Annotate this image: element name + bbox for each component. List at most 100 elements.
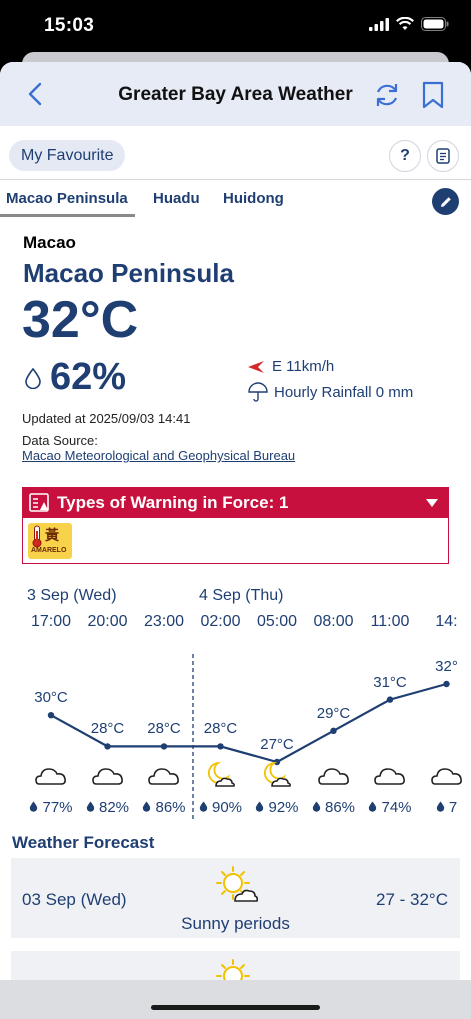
- hot-weather-warning-icon[interactable]: 黃 AMARELO: [28, 523, 72, 559]
- tab-huadu[interactable]: Huadu: [153, 190, 200, 207]
- sun-cloud-icon: [216, 866, 259, 902]
- water-drop-icon: [30, 801, 38, 812]
- region-name: Macao: [23, 233, 76, 252]
- humidity-value: 7: [448, 799, 458, 816]
- bottom-bar: [0, 980, 471, 1019]
- hour-label: 17:00: [30, 613, 72, 630]
- forecast-date: 03 Sep (Wed): [22, 890, 127, 909]
- water-drop-icon: [143, 801, 151, 812]
- water-drop-icon: [199, 801, 208, 812]
- hour-label: 14:: [435, 613, 458, 630]
- main-sheet: Greater Bay Area Weather My Favourite ? …: [0, 62, 471, 1019]
- water-drop-icon: [312, 801, 321, 812]
- warning-icon-char: 黃: [45, 527, 59, 543]
- temperature-label: 28°C: [203, 720, 238, 738]
- tab-huidong[interactable]: Huidong: [223, 190, 284, 207]
- my-favourite-button[interactable]: My Favourite: [9, 140, 126, 171]
- humidity-value: 74%: [381, 799, 412, 816]
- humidity-label: 86%: [304, 799, 364, 816]
- rainfall-row: Hourly Rainfall 0 mm: [248, 382, 413, 402]
- temperature-label: 28°C: [90, 720, 125, 738]
- nav-bar: Greater Bay Area Weather: [0, 62, 471, 126]
- hour-label: 11:00: [370, 613, 410, 630]
- rainfall-text: Hourly Rainfall 0 mm: [274, 383, 414, 401]
- wind-direction-icon: [248, 360, 264, 373]
- humidity-label: 92%: [247, 799, 307, 816]
- warning-title: Types of Warning in Force: 1: [57, 493, 289, 512]
- humidity-label: 7: [417, 799, 471, 816]
- data-source-label: Data Source:: [22, 433, 98, 448]
- hour-label: 23:00: [143, 613, 185, 630]
- location-tabs: Macao Peninsula Huadu Huidong: [0, 179, 471, 217]
- refresh-icon[interactable]: [372, 80, 402, 110]
- temperature-label: 28°C: [147, 720, 181, 738]
- temperature-point: [160, 743, 168, 750]
- temperature-label: 32°: [435, 658, 458, 675]
- temperature-point: [443, 680, 450, 688]
- help-button[interactable]: ?: [389, 140, 421, 172]
- cloud-icon: [374, 768, 405, 785]
- temperature-label: 29°C: [316, 704, 351, 722]
- current-temperature: 32°C: [22, 291, 139, 349]
- chevron-down-icon[interactable]: [426, 499, 438, 507]
- temperature-point: [104, 743, 111, 750]
- wind-row: E 11km/h: [248, 358, 334, 375]
- humidity-value: 90%: [211, 799, 243, 816]
- station-name: Macao Peninsula: [23, 258, 234, 288]
- status-icons: [369, 17, 449, 31]
- humidity-label: 74%: [360, 799, 420, 816]
- warning-header[interactable]: Types of Warning in Force: 1: [23, 488, 448, 518]
- wifi-icon: [396, 17, 414, 30]
- humidity-value: 86%: [324, 799, 356, 816]
- temperature-label: 30°C: [34, 689, 68, 707]
- temperature-point: [386, 696, 394, 703]
- status-bar: 15:03: [0, 0, 471, 52]
- cloud-icon: [148, 768, 179, 785]
- forecast-temperature-range: 27 - 32°C: [375, 890, 448, 909]
- battery-icon: [421, 17, 449, 31]
- edit-locations-button[interactable]: [432, 188, 459, 215]
- cloud-icon: [91, 768, 123, 785]
- humidity-value: 92%: [268, 799, 299, 816]
- current-humidity: 62%: [50, 356, 127, 398]
- temperature-label: 27°C: [260, 736, 294, 753]
- water-drop-icon: [256, 801, 264, 812]
- selected-tab-indicator: [0, 214, 135, 217]
- water-drop-icon: [369, 801, 377, 812]
- moon-cloud-icon: [263, 761, 291, 787]
- temperature-point: [330, 727, 337, 734]
- hour-label: 20:00: [87, 613, 128, 630]
- humidity-label: 90%: [191, 799, 251, 816]
- signal-icon: [369, 17, 389, 31]
- temperature-point: [47, 712, 55, 719]
- favourite-row: My Favourite ?: [0, 138, 471, 178]
- humidity-icon: [25, 367, 41, 389]
- document-icon: [436, 148, 450, 164]
- cloud-icon: [430, 768, 462, 785]
- data-source-link[interactable]: Macao Meteorological and Geophysical Bur…: [22, 448, 295, 463]
- updated-time: Updated at 2025/09/03 14:41: [22, 411, 191, 426]
- hour-label: 05:00: [256, 613, 298, 630]
- help-label: ?: [400, 147, 410, 164]
- cloud-icon: [35, 768, 66, 785]
- forecast-row[interactable]: 03 Sep (Wed) Sunny periods 27 - 32°C: [11, 858, 460, 938]
- bookmark-icon[interactable]: [420, 80, 446, 110]
- hourly-forecast[interactable]: 3 Sep (Wed) 4 Sep (Thu) 17:00 30°C 77% 20:0…: [0, 582, 471, 822]
- humidity-label: 86%: [134, 799, 194, 816]
- warning-panel[interactable]: Types of Warning in Force: 1 黃 AMARELO: [22, 487, 449, 564]
- wind-text: E 11km/h: [272, 358, 335, 375]
- warning-list-icon: [29, 493, 49, 512]
- tab-macao-peninsula[interactable]: Macao Peninsula: [6, 190, 128, 207]
- warning-icon-word: AMARELO: [31, 547, 67, 554]
- pencil-icon: [440, 196, 451, 207]
- forecast-description: Sunny periods: [181, 914, 290, 933]
- hour-label: 02:00: [200, 613, 241, 630]
- home-indicator[interactable]: [151, 1005, 320, 1010]
- humidity-value: 86%: [155, 799, 186, 816]
- humidity-label: 82%: [78, 799, 138, 816]
- water-drop-icon: [436, 801, 445, 812]
- temperature-point: [217, 743, 224, 750]
- document-button[interactable]: [427, 140, 459, 172]
- moon-cloud-icon: [207, 761, 235, 787]
- umbrella-icon: [248, 382, 268, 402]
